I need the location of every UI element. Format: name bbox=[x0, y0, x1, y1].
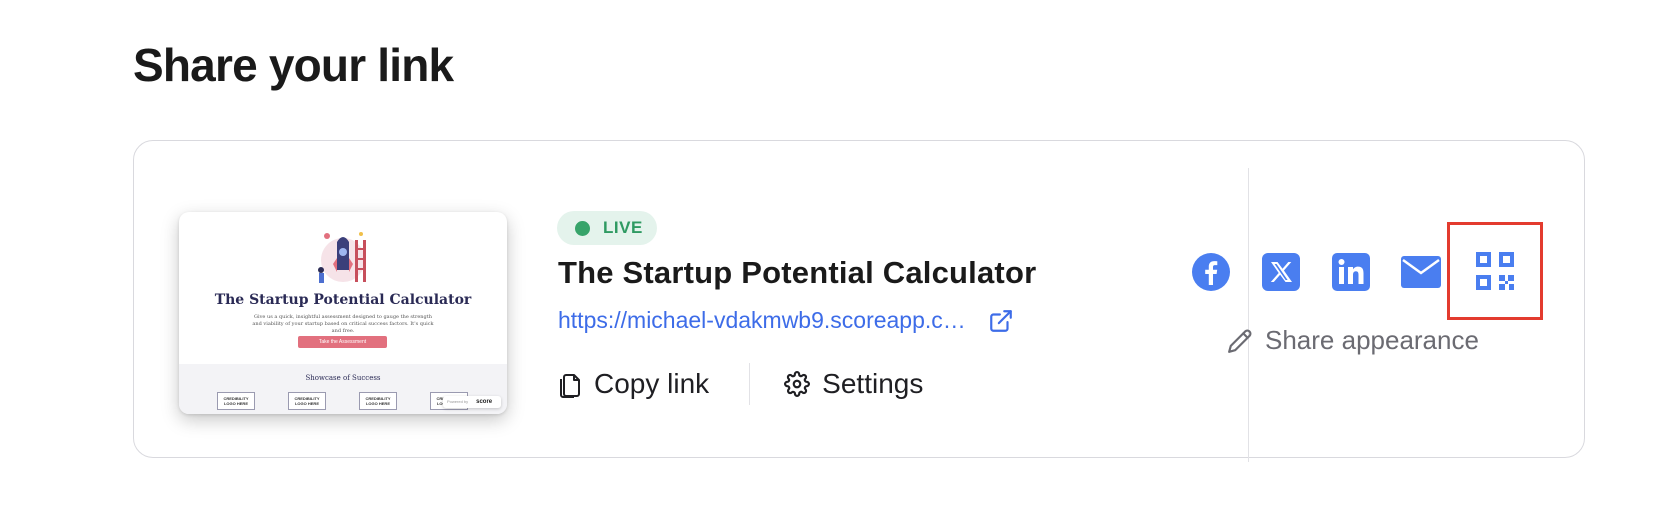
email-icon[interactable] bbox=[1401, 252, 1441, 292]
facebook-icon[interactable] bbox=[1191, 252, 1231, 292]
linkedin-icon[interactable] bbox=[1331, 252, 1371, 292]
preview-logo-placeholder: CREDIBILITY LOGO HERE bbox=[217, 392, 255, 410]
preview-cta-button: Take the Assessment bbox=[298, 336, 387, 348]
rocket-illustration bbox=[318, 232, 366, 283]
copy-icon bbox=[560, 374, 580, 398]
share-link-row: https://michael-vdakmwb9.scoreapp.com bbox=[558, 307, 1014, 334]
assessment-title: The Startup Potential Calculator bbox=[558, 255, 1037, 290]
live-status-dot bbox=[575, 220, 590, 236]
page-title: Share your link bbox=[133, 39, 454, 91]
qr-code-button[interactable] bbox=[1447, 222, 1543, 320]
assessment-preview-thumbnail[interactable]: The Startup Potential Calculator Give us… bbox=[179, 212, 507, 414]
x-twitter-icon[interactable] bbox=[1261, 252, 1301, 292]
link-actions: Copy link Settings bbox=[558, 363, 923, 405]
share-appearance-button[interactable]: Share appearance bbox=[1227, 325, 1479, 356]
action-divider bbox=[749, 363, 751, 405]
preview-logo-placeholder: CREDIBILITY LOGO HERE bbox=[359, 392, 397, 410]
status-badge-label: LIVE bbox=[603, 218, 643, 237]
preview-title: The Startup Potential Calculator bbox=[214, 292, 472, 308]
copy-link-label: Copy link bbox=[594, 368, 710, 399]
status-badge: LIVE bbox=[557, 211, 657, 245]
external-link-icon[interactable] bbox=[988, 308, 1014, 334]
settings-label: Settings bbox=[822, 368, 924, 399]
qr-code-icon bbox=[1476, 252, 1514, 290]
preview-logo-placeholder: CREDIBILITY LOGO HERE bbox=[288, 392, 326, 410]
preview-powered-prefix: Powered by bbox=[447, 399, 469, 404]
preview-showcase-title: Showcase of Success bbox=[305, 374, 381, 382]
preview-powered-brand: score bbox=[476, 399, 493, 405]
preview-description: Give us a quick, insightful assessment d… bbox=[252, 314, 434, 334]
share-link[interactable]: https://michael-vdakmwb9.scoreapp.com bbox=[558, 307, 968, 334]
settings-button[interactable]: Settings bbox=[784, 368, 923, 400]
section-divider bbox=[1248, 168, 1249, 462]
share-appearance-label: Share appearance bbox=[1265, 325, 1479, 355]
pencil-icon bbox=[1228, 329, 1252, 353]
preview-powered-badge: Powered by score bbox=[443, 396, 501, 408]
share-card: The Startup Potential Calculator Give us… bbox=[133, 140, 1585, 462]
share-icons-row bbox=[1191, 252, 1441, 292]
copy-link-button[interactable]: Copy link bbox=[558, 368, 709, 400]
gear-icon bbox=[784, 371, 811, 397]
